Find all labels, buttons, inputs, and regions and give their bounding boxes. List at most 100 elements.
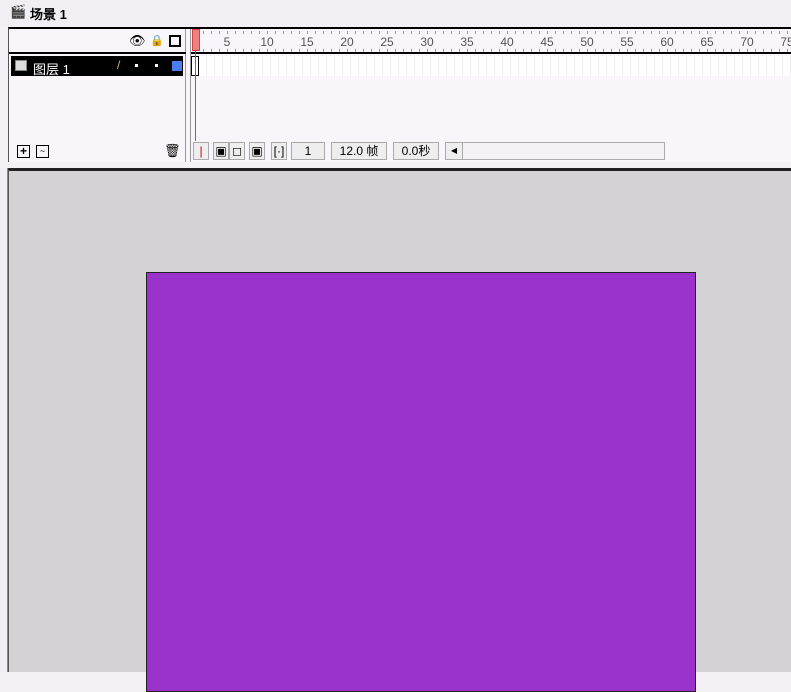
ruler-tick: [507, 31, 508, 34]
ruler-tick: [779, 31, 780, 34]
ruler-tick: [371, 31, 372, 34]
ruler-tick: [211, 49, 212, 52]
modify-onion-markers-button[interactable]: [·]: [271, 142, 287, 160]
ruler-tick: [579, 31, 580, 34]
ruler-tick: [691, 49, 692, 52]
onion-skin-button[interactable]: ▣: [213, 142, 229, 160]
ruler-tick: [467, 49, 468, 52]
playhead[interactable]: [192, 29, 200, 51]
frame-row[interactable]: [191, 56, 791, 76]
ruler-tick: [651, 31, 652, 34]
elapsed-time: 0.0秒: [393, 142, 439, 160]
ruler-tick: [707, 31, 708, 34]
add-guide-layer-button[interactable]: ~: [36, 145, 49, 158]
layer-name: 图层 1: [33, 62, 70, 77]
ruler-tick: [731, 31, 732, 34]
ruler-tick: [635, 31, 636, 34]
ruler-tick: [419, 31, 420, 34]
ruler-tick: [235, 31, 236, 34]
center-frame-button[interactable]: |: [193, 142, 209, 160]
ruler-tick: [211, 31, 212, 34]
layer-icon: [15, 60, 27, 71]
ruler-tick: [723, 49, 724, 52]
trash-icon[interactable]: 🗑: [164, 143, 181, 159]
ruler-tick: [531, 31, 532, 34]
ruler-tick: [451, 31, 452, 34]
ruler-label: 25: [380, 35, 394, 49]
ruler-tick: [467, 31, 468, 34]
timeline-panel: 👁 🔒 图层 1 / + ~ 🗑 15101520253035404550556…: [8, 27, 791, 162]
ruler-tick: [715, 49, 716, 52]
ruler-tick: [651, 49, 652, 52]
ruler-tick: [395, 49, 396, 52]
ruler-tick: [419, 49, 420, 52]
ruler-tick: [259, 49, 260, 52]
ruler-tick: [691, 31, 692, 34]
ruler-tick: [627, 31, 628, 34]
frame-ruler[interactable]: 151015202530354045505560657075: [191, 29, 791, 54]
ruler-tick: [491, 49, 492, 52]
eye-icon[interactable]: 👁: [129, 33, 146, 49]
scene-label[interactable]: 场景 1: [30, 4, 67, 23]
ruler-tick: [659, 49, 660, 52]
layer-row[interactable]: 图层 1 /: [11, 56, 183, 77]
ruler-tick: [435, 31, 436, 34]
frame-rate[interactable]: 12.0 帧: [331, 142, 387, 160]
ruler-tick: [283, 49, 284, 52]
stage-canvas[interactable]: [146, 272, 696, 692]
ruler-tick: [243, 31, 244, 34]
ruler-tick: [219, 31, 220, 34]
ruler-label: 65: [700, 35, 714, 49]
ruler-tick: [475, 49, 476, 52]
outline-icon[interactable]: [169, 35, 181, 47]
ruler-tick: [787, 49, 788, 52]
ruler-label: 55: [620, 35, 634, 49]
ruler-tick: [755, 31, 756, 34]
ruler-tick: [675, 31, 676, 34]
ruler-tick: [443, 31, 444, 34]
current-frame: 1: [291, 142, 325, 160]
ruler-tick: [771, 31, 772, 34]
visible-dot[interactable]: [135, 64, 138, 67]
onion-outline-button[interactable]: ◻: [229, 142, 245, 160]
layer-panel: 👁 🔒 图层 1 / + ~ 🗑: [9, 29, 186, 162]
ruler-tick: [627, 49, 628, 52]
scroll-left-button[interactable]: ◀: [445, 142, 463, 160]
ruler-tick: [739, 31, 740, 34]
ruler-tick: [355, 31, 356, 34]
ruler-tick: [787, 31, 788, 34]
ruler-tick: [387, 49, 388, 52]
ruler-tick: [747, 31, 748, 34]
layer-color-swatch[interactable]: [172, 61, 182, 71]
horizontal-scrollbar-thumb[interactable]: [462, 142, 665, 160]
lock-dot[interactable]: [155, 64, 158, 67]
ruler-tick: [555, 31, 556, 34]
pencil-icon: /: [117, 58, 121, 72]
ruler-tick: [403, 49, 404, 52]
ruler-tick: [595, 31, 596, 34]
ruler-tick: [491, 31, 492, 34]
ruler-label: 50: [580, 35, 594, 49]
add-layer-button[interactable]: +: [17, 145, 30, 158]
ruler-tick: [483, 31, 484, 34]
ruler-tick: [315, 49, 316, 52]
edit-multiple-frames-button[interactable]: ▣: [249, 142, 265, 160]
ruler-tick: [323, 31, 324, 34]
ruler-tick: [411, 31, 412, 34]
ruler-tick: [643, 31, 644, 34]
clapper-icon: 🎬: [10, 4, 27, 19]
ruler-tick: [443, 49, 444, 52]
ruler-tick: [563, 31, 564, 34]
ruler-tick: [315, 31, 316, 34]
layer-header: 👁 🔒: [9, 29, 186, 54]
ruler-tick: [347, 49, 348, 52]
ruler-tick: [363, 31, 364, 34]
ruler-tick: [299, 49, 300, 52]
ruler-tick: [635, 49, 636, 52]
ruler-tick: [555, 49, 556, 52]
ruler-label: 30: [420, 35, 434, 49]
ruler-tick: [291, 31, 292, 34]
ruler-tick: [755, 49, 756, 52]
ruler-tick: [643, 49, 644, 52]
lock-icon[interactable]: 🔒: [150, 34, 164, 47]
